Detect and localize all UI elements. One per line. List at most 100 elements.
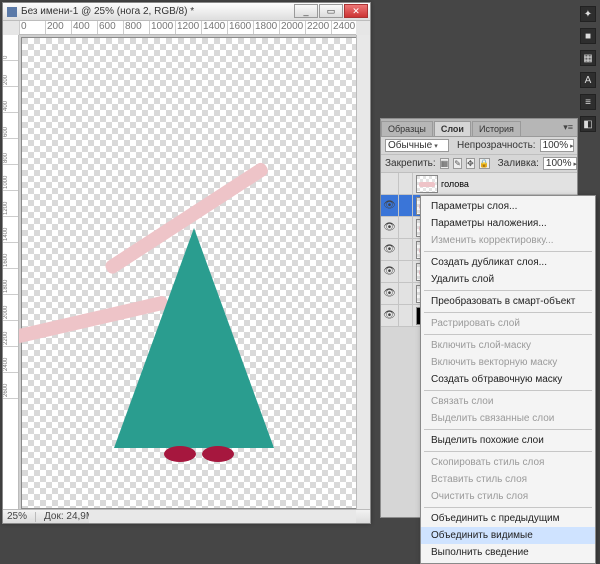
dock-strip: ✦ ■ ▦ A ≡ ◧	[580, 6, 598, 132]
menu-item: Выделить связанные слои	[421, 410, 595, 427]
link-column[interactable]	[399, 195, 413, 216]
ruler-tick: 2600	[3, 373, 18, 399]
menu-item: Растрировать слой	[421, 315, 595, 332]
menu-item: Включить слой-маску	[421, 337, 595, 354]
fill-input[interactable]: 100% ▸	[543, 157, 577, 170]
lock-position-icon[interactable]: ✥	[466, 158, 475, 169]
visibility-toggle[interactable]: 👁	[381, 239, 399, 260]
dock-icon[interactable]: ≡	[580, 94, 596, 110]
title-bar[interactable]: Без имени-1 @ 25% (нога 2, RGB/8) * _ ▭ …	[3, 3, 370, 21]
tab-layers[interactable]: Слои	[434, 121, 471, 136]
menu-item: Включить векторную маску	[421, 354, 595, 371]
lock-row: Закрепить: ▦ ✎ ✥ 🔒 Заливка: 100% ▸	[381, 155, 577, 173]
document-icon	[7, 7, 17, 17]
canvas-area[interactable]	[19, 35, 356, 509]
ruler-tick: 600	[3, 113, 18, 139]
chevron-right-icon: ▸	[570, 142, 574, 150]
dock-icon[interactable]: ✦	[580, 6, 596, 22]
menu-item[interactable]: Создать дубликат слоя...	[421, 254, 595, 271]
menu-item: Связать слои	[421, 393, 595, 410]
link-column[interactable]	[399, 305, 413, 326]
menu-separator	[424, 429, 592, 430]
link-column[interactable]	[399, 217, 413, 238]
ruler-tick: 1800	[3, 269, 18, 295]
layer-name[interactable]: голова	[441, 179, 577, 189]
scrollbar-vertical[interactable]	[356, 35, 370, 509]
menu-separator	[424, 312, 592, 313]
panel-tabs: Образцы Слои История ▾≡	[381, 119, 577, 137]
ruler-tick: 1600	[227, 21, 253, 34]
visibility-toggle[interactable]: 👁	[381, 305, 399, 326]
lock-transparency-icon[interactable]: ▦	[440, 158, 450, 169]
link-column[interactable]	[399, 283, 413, 304]
layer-thumbnail[interactable]	[416, 175, 438, 193]
layer-row[interactable]: голова	[381, 173, 577, 195]
dock-icon[interactable]: ■	[580, 28, 596, 44]
ruler-tick: 2200	[305, 21, 331, 34]
artwork-foot-left	[164, 446, 196, 462]
lock-all-icon[interactable]: 🔒	[479, 158, 490, 169]
ruler-horizontal[interactable]: 0200400600800100012001400160018002000220…	[19, 21, 356, 35]
blend-mode-value: Обычные	[388, 140, 432, 151]
ruler-tick: 1000	[149, 21, 175, 34]
maximize-button[interactable]: ▭	[319, 4, 343, 18]
lock-pixels-icon[interactable]: ✎	[453, 158, 462, 169]
canvas[interactable]	[21, 37, 356, 509]
panel-menu-icon[interactable]: ▾≡	[563, 122, 573, 133]
minimize-button[interactable]: _	[294, 4, 318, 18]
ruler-tick: 2200	[3, 321, 18, 347]
visibility-toggle[interactable]: 👁	[381, 283, 399, 304]
lock-label: Закрепить:	[385, 158, 436, 169]
tab-history[interactable]: История	[472, 121, 521, 136]
chevron-down-icon: ▾	[434, 142, 438, 150]
ruler-tick: 200	[3, 61, 18, 87]
menu-separator	[424, 451, 592, 452]
ruler-tick: 1200	[175, 21, 201, 34]
ruler-tick: 2000	[3, 295, 18, 321]
dock-icon[interactable]: A	[580, 72, 596, 88]
dock-icon[interactable]: ▦	[580, 50, 596, 66]
menu-item[interactable]: Создать обтравочную маску	[421, 371, 595, 388]
ruler-tick: 0	[3, 35, 18, 61]
visibility-toggle[interactable]: 👁	[381, 261, 399, 282]
menu-item: Изменить корректировку...	[421, 232, 595, 249]
link-column[interactable]	[399, 261, 413, 282]
fill-label: Заливка:	[498, 158, 539, 169]
opacity-input[interactable]: 100% ▸	[540, 139, 574, 152]
menu-separator	[424, 290, 592, 291]
dock-icon[interactable]: ◧	[580, 116, 596, 132]
menu-item[interactable]: Выполнить сведение	[421, 544, 595, 561]
menu-item[interactable]: Параметры наложения...	[421, 215, 595, 232]
menu-item[interactable]: Параметры слоя...	[421, 198, 595, 215]
menu-item[interactable]: Объединить видимые	[421, 527, 595, 544]
menu-item[interactable]: Удалить слой	[421, 271, 595, 288]
link-column[interactable]	[399, 239, 413, 260]
blend-mode-select[interactable]: Обычные ▾	[385, 139, 449, 152]
visibility-toggle[interactable]: 👁	[381, 217, 399, 238]
zoom-level[interactable]: 25%	[7, 511, 27, 522]
close-button[interactable]: ✕	[344, 4, 368, 18]
menu-item: Вставить стиль слоя	[421, 471, 595, 488]
menu-item[interactable]: Объединить с предыдущим	[421, 510, 595, 527]
menu-item: Скопировать стиль слоя	[421, 454, 595, 471]
ruler-tick: 1800	[253, 21, 279, 34]
menu-separator	[424, 390, 592, 391]
ruler-tick: 400	[71, 21, 97, 34]
blend-mode-row: Обычные ▾ Непрозрачность: 100% ▸	[381, 137, 577, 155]
ruler-tick: 0	[19, 21, 45, 34]
visibility-toggle[interactable]	[381, 173, 399, 194]
ruler-vertical[interactable]: 0200400600800100012001400160018002000220…	[3, 35, 19, 509]
menu-separator	[424, 507, 592, 508]
link-column[interactable]	[399, 173, 413, 194]
artwork-foot-right	[202, 446, 234, 462]
menu-item[interactable]: Преобразовать в смарт-объект	[421, 293, 595, 310]
visibility-toggle[interactable]: 👁	[381, 195, 399, 216]
ruler-tick: 1000	[3, 165, 18, 191]
menu-item[interactable]: Выделить похожие слои	[421, 432, 595, 449]
artwork-body-triangle	[114, 228, 274, 448]
scrollbar-horizontal[interactable]	[89, 509, 356, 523]
tab-swatches[interactable]: Образцы	[381, 121, 433, 136]
ruler-tick: 2400	[3, 347, 18, 373]
menu-separator	[424, 334, 592, 335]
ruler-tick: 600	[97, 21, 123, 34]
